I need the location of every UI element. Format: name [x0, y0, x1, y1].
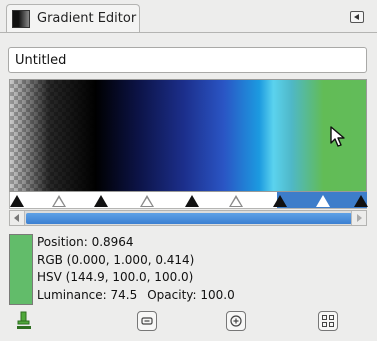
gradient-scrollbar[interactable] [9, 210, 367, 226]
stop-handle[interactable] [185, 195, 199, 207]
color-picker-icon [17, 311, 31, 329]
luminance-readout: Luminance: 74.5 [37, 287, 138, 302]
gradient-preview[interactable] [9, 79, 367, 192]
tab-label: Gradient Editor [37, 11, 137, 26]
midpoint-handle[interactable] [52, 195, 66, 207]
tab-menu-icon[interactable] [350, 11, 364, 23]
rgb-readout: RGB (0.000, 1.000, 0.414) [37, 252, 195, 267]
stop-handle[interactable] [94, 195, 108, 207]
tab-divider [0, 32, 377, 33]
position-readout: Position: 0.8964 [37, 235, 134, 249]
scroll-right-arrow-icon[interactable] [351, 211, 366, 225]
zoom-in-button[interactable] [226, 311, 246, 331]
zoom-all-button[interactable] [318, 311, 338, 331]
gradient-editor-dock: Gradient Editor Position: 0.8964 RGB (0.… [0, 0, 377, 341]
luminance-opacity-line: Luminance: 74.5 Opacity: 100.0 [37, 287, 357, 305]
color-info: Position: 0.8964 RGB (0.000, 1.000, 0.41… [37, 234, 357, 304]
stop-handle[interactable] [273, 195, 287, 207]
zoom-out-button[interactable] [137, 311, 157, 331]
midpoint-handle-selected[interactable] [316, 195, 330, 207]
gradient-stops-bar[interactable] [9, 192, 368, 209]
gradient-name-input[interactable] [8, 47, 367, 73]
midpoint-handle[interactable] [140, 195, 154, 207]
scrollbar-thumb[interactable] [26, 213, 352, 224]
zoom-all-icon [322, 315, 334, 327]
gradient-icon [12, 10, 30, 28]
tab-gradient-editor[interactable]: Gradient Editor [6, 4, 140, 32]
current-color-swatch [9, 234, 33, 305]
stop-handle[interactable] [354, 195, 368, 207]
midpoint-handle[interactable] [229, 195, 243, 207]
stop-handle[interactable] [10, 195, 24, 207]
hsv-readout: HSV (144.9, 100.0, 100.0) [37, 270, 194, 284]
scroll-left-arrow-icon[interactable] [10, 211, 25, 225]
mouse-pointer-icon [330, 126, 345, 147]
gradient-fill [10, 80, 366, 191]
zoom-out-icon [141, 317, 153, 325]
opacity-readout: Opacity: 100.0 [147, 287, 235, 302]
zoom-in-icon [230, 315, 242, 327]
color-picker-button[interactable] [14, 311, 34, 331]
